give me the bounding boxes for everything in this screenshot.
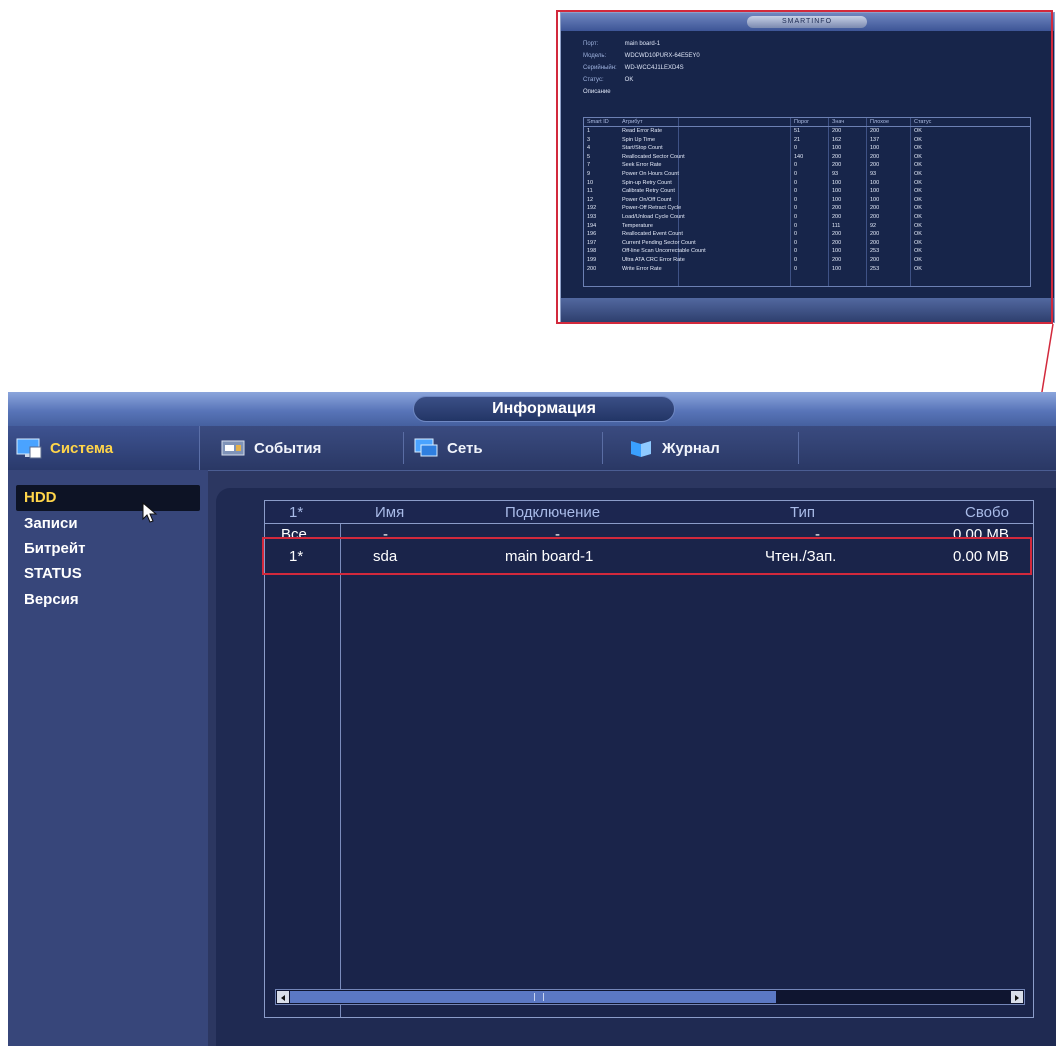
info-window: Информация Система События Сеть Журнал H… [8,392,1056,1046]
scroll-thumb[interactable] [290,991,776,1003]
window-title-bar: Информация [8,392,1056,426]
system-monitor-icon [16,437,42,459]
window-title: Информация [413,396,675,422]
events-icon [220,437,246,459]
tab-log[interactable]: Журнал [628,426,720,470]
tab-log-label: Журнал [662,439,720,457]
menu-item-hdd[interactable]: HDD [16,485,200,511]
tab-network[interactable]: Сеть [413,426,483,470]
tab-events[interactable]: События [220,426,321,470]
horizontal-scrollbar[interactable] [275,989,1025,1005]
mouse-cursor-icon [142,502,158,523]
log-book-icon [628,437,654,459]
menu-item-version[interactable]: Версия [16,587,200,613]
header-name: Имя [375,504,405,521]
tab-divider [403,432,404,464]
menu-item-records[interactable]: Записи [16,511,200,537]
header-number: 1* [289,504,304,521]
tab-divider [602,432,603,464]
menu-item-status[interactable]: STATUS [16,561,200,587]
header-free: Свобо [965,504,1009,521]
scroll-left-button[interactable] [277,991,289,1003]
scroll-grip-icon [534,993,544,1001]
column-divider [340,501,341,1017]
top-tab-bar: Система События Сеть Журнал [8,426,1056,471]
scroll-right-button[interactable] [1011,991,1023,1003]
selected-row-highlight-frame [262,537,1032,575]
network-icon [413,437,439,459]
tab-system[interactable]: Система [8,426,200,470]
header-connection: Подключение [505,504,601,521]
menu-item-bitrate[interactable]: Битрейт [16,536,200,562]
tab-events-label: События [254,439,322,457]
table-header: 1* Имя Подключение Тип Свобо [265,501,1033,524]
tab-divider [798,432,799,464]
hdd-table: 1* Имя Подключение Тип Свобо Все - - - 0… [264,500,1034,1018]
header-type: Тип [790,504,816,521]
left-menu: HDD Записи Битрейт STATUS Версия [8,470,208,1046]
tab-system-label: Система [50,439,114,457]
tab-network-label: Сеть [447,439,483,457]
